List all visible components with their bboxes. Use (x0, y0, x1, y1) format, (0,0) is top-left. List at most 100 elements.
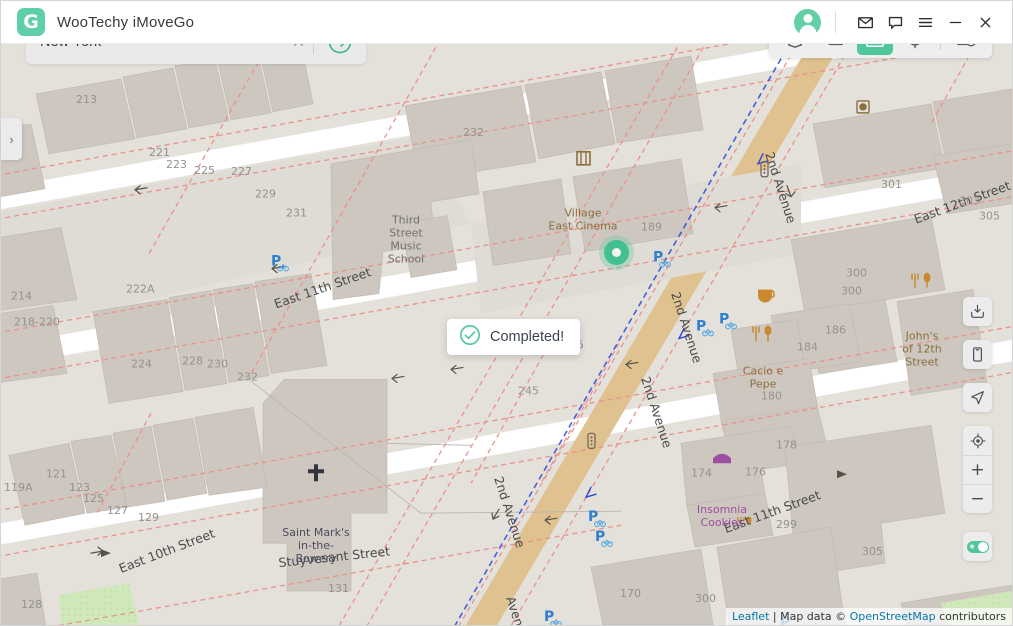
street-label: East 11th Street (272, 264, 373, 311)
house-number: 300 (695, 592, 716, 605)
poi-label[interactable]: VillageEast Cinema (548, 207, 617, 233)
check-circle-icon (459, 324, 481, 351)
toast-message: Completed! (490, 329, 564, 345)
house-number: 180 (761, 389, 782, 402)
svg-text:P: P (271, 254, 281, 270)
bicycle-parking-icon: P (719, 312, 736, 329)
house-number: 232 (237, 370, 258, 383)
street-label: 2nd Avenue (638, 375, 675, 450)
house-number: 178 (776, 438, 797, 451)
house-number: 176 (745, 465, 766, 478)
house-number: 228 (182, 354, 203, 367)
poi-label[interactable]: John'sof 12thStreet (902, 330, 941, 369)
house-number: 186 (825, 324, 846, 337)
favorite-toggle[interactable]: ★ (963, 532, 992, 561)
menu-icon[interactable] (910, 7, 940, 37)
poi-label[interactable]: Cacio ePepe (743, 364, 784, 390)
svg-text:P: P (544, 609, 554, 625)
locate-button[interactable] (963, 426, 992, 455)
map-attribution: Leaflet | Map data © OpenStreetMap contr… (726, 608, 1012, 625)
mail-icon[interactable] (850, 7, 880, 37)
house-number: 301 (881, 178, 902, 191)
bicycle-parking-icon: P (588, 509, 605, 526)
house-number: 129 (138, 511, 159, 524)
house-number: 232 (463, 126, 484, 139)
bicycle-parking-icon: P (696, 319, 713, 336)
current-location-marker[interactable] (599, 235, 634, 270)
poi-label[interactable]: ThirdStreetMusicSchool (388, 214, 425, 266)
house-number-labels: 213 232 223221 225 227229 231 301 303 305 189 214 2… (4, 93, 1000, 625)
street-label: Avenue (503, 594, 532, 625)
house-number: 223 (166, 158, 187, 171)
navigate-button[interactable] (963, 383, 992, 412)
house-number: 300 (841, 285, 862, 298)
house-number: 305 (862, 545, 883, 558)
toggle-knob (978, 542, 988, 552)
house-number: 299 (776, 518, 797, 531)
bicycle-parking-icon: P (653, 250, 670, 267)
svg-text:P: P (719, 312, 729, 328)
import-route-button[interactable] (963, 297, 992, 326)
house-number: 224 (131, 357, 152, 370)
house-number: 213 (76, 93, 97, 106)
house-number: 119A (4, 481, 33, 494)
title-bar: G WooTechy iMoveGo (1, 1, 1012, 44)
leaflet-link[interactable]: Leaflet (732, 610, 769, 623)
zoom-out-button[interactable]: − (963, 484, 992, 513)
svg-text:P: P (696, 319, 706, 335)
svg-text:P: P (588, 509, 598, 525)
house-number: 131 (328, 582, 349, 595)
bicycle-parking-icon: P (544, 609, 561, 625)
app-logo-icon: G (17, 8, 45, 36)
chat-icon[interactable] (880, 7, 910, 37)
house-number: 245 (518, 384, 539, 397)
house-number: 218-220 (14, 316, 60, 329)
zoom-controls-group: + − (963, 426, 992, 513)
house-number: 231 (286, 207, 307, 220)
attribution-separator: | (769, 610, 780, 623)
street-label: 2nd Avenue (762, 150, 799, 225)
attribution-contributors: contributors (936, 610, 1006, 623)
house-number: 230 (207, 357, 228, 370)
house-number: 127 (107, 504, 128, 517)
completed-toast: Completed! (447, 319, 580, 355)
house-number: 184 (797, 340, 818, 353)
house-number: 121 (46, 467, 67, 480)
house-number: 305 (979, 210, 1000, 223)
house-number: 227 (231, 165, 252, 178)
app-title: WooTechy iMoveGo (57, 14, 194, 31)
star-icon: ★ (969, 542, 976, 552)
attribution-mapdata: Map data © (780, 610, 849, 623)
bicycle-parking-icon: P (271, 254, 288, 271)
toggle-track: ★ (967, 541, 989, 553)
side-panel-toggle[interactable]: › (1, 118, 22, 160)
house-number: 225 (194, 164, 215, 177)
house-number: 174 (691, 466, 712, 479)
device-button[interactable] (963, 340, 992, 369)
house-number: 221 (149, 146, 170, 159)
titlebar-controls (794, 7, 1000, 37)
house-number: 229 (255, 188, 276, 201)
map-canvas[interactable]: East 12th StreetEast 11th StreetEast 11t… (1, 44, 1012, 625)
bicycle-parking-icons: PPPPPPPP (271, 250, 797, 625)
house-number: 125 (83, 492, 104, 505)
house-number: 170 (620, 587, 641, 600)
house-number: 303 (959, 195, 980, 208)
openstreetmap-link[interactable]: OpenStreetMap (850, 610, 936, 623)
brand: G WooTechy iMoveGo (17, 8, 194, 36)
close-icon[interactable] (970, 7, 1000, 37)
svg-text:P: P (653, 250, 663, 266)
zoom-in-button[interactable]: + (963, 455, 992, 484)
bicycle-parking-icon: P (595, 529, 612, 546)
minimize-icon[interactable] (940, 7, 970, 37)
account-avatar[interactable] (794, 9, 821, 36)
app-window: G WooTechy iMoveGo (0, 0, 1013, 626)
house-number: 300 (846, 267, 867, 280)
street-label: East 10th Street (117, 526, 217, 576)
house-number: 214 (11, 290, 32, 303)
marker-dot (612, 248, 621, 257)
poi-label[interactable]: InsomniaCookies (697, 503, 747, 529)
house-number: 128 (21, 598, 42, 611)
house-number: 189 (641, 221, 662, 234)
marker-core (604, 240, 629, 265)
